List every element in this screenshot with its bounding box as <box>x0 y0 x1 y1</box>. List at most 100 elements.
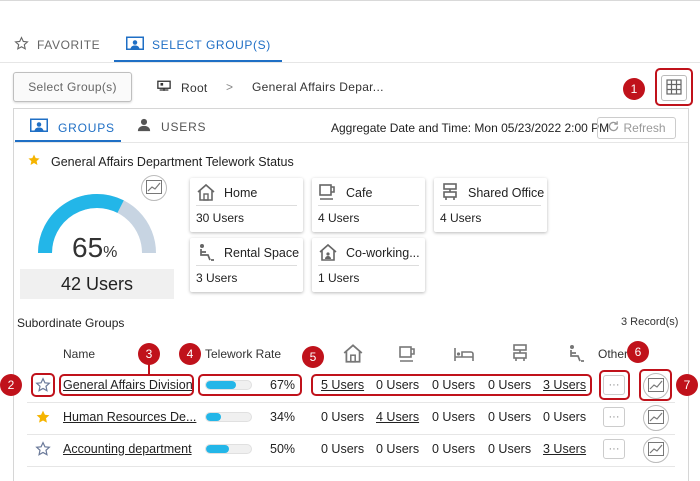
top-border <box>0 0 700 1</box>
callout-badge-4: 4 <box>179 343 201 365</box>
callout-highlight-group-name <box>59 374 194 396</box>
telework-rate-fill <box>206 445 229 453</box>
callout-badge-1: 1 <box>623 78 645 100</box>
cafe-icon <box>318 183 338 204</box>
home-count: 0 Users <box>321 442 365 456</box>
other-more-button[interactable]: ··· <box>603 407 625 427</box>
tab-groups[interactable]: GROUPS <box>30 118 115 137</box>
callout-highlight-other <box>599 370 630 400</box>
shared-office-icon <box>510 344 530 365</box>
group-select-icon <box>126 36 144 55</box>
trend-chart-button[interactable] <box>141 175 167 201</box>
divider <box>0 62 700 63</box>
location-value: 4 Users <box>318 211 360 225</box>
callout-highlight-rate <box>198 374 302 396</box>
card-head: Cafe <box>318 182 372 204</box>
breadcrumb-root[interactable]: Root <box>157 80 208 96</box>
gauge-percent-unit: % <box>103 244 118 261</box>
card-divider <box>196 265 297 266</box>
card-head: Co-working... <box>318 242 420 264</box>
trend-chart-icon <box>146 179 162 197</box>
record-count: 3 Record(s) <box>621 316 679 328</box>
card-divider <box>318 205 419 206</box>
column-header-other: Other <box>598 347 629 361</box>
telework-rate-fill <box>206 413 222 421</box>
location-card-rental-space: Rental Space 3 Users <box>190 238 303 292</box>
divider <box>14 142 688 143</box>
telework-rate-value: 50% <box>270 442 296 456</box>
card-divider <box>440 205 541 206</box>
refresh-label: Refresh <box>623 121 666 135</box>
location-value: 4 Users <box>440 211 482 225</box>
location-label: Shared Office <box>468 186 545 200</box>
row-divider <box>27 466 675 467</box>
callout-highlight-trend <box>639 369 672 401</box>
row-divider <box>27 402 675 403</box>
trend-chart-button[interactable] <box>643 437 669 463</box>
select-groups-button[interactable]: Select Group(s) <box>13 72 132 102</box>
card-divider <box>196 205 297 206</box>
gauge-percent-value: 65 <box>72 232 104 263</box>
gauge-percent: 65% <box>72 232 117 264</box>
star-filled-icon <box>27 153 41 170</box>
home-icon <box>196 183 216 204</box>
callout-highlight-grid <box>655 68 693 106</box>
other-more-button[interactable]: ··· <box>603 439 625 459</box>
rental-bed-icon <box>453 346 475 365</box>
rental-space-count-link[interactable]: 3 Users <box>543 442 586 456</box>
telework-rate-bar <box>205 444 252 454</box>
location-card-cafe: Cafe 4 Users <box>312 178 425 232</box>
gauge-users-count: 42 Users <box>20 269 174 299</box>
refresh-button[interactable]: Refresh <box>597 117 676 139</box>
location-value: 30 Users <box>196 211 245 225</box>
callout-badge-6: 6 <box>627 341 649 363</box>
tab-favorite-label: FAVORITE <box>37 38 101 52</box>
home-icon <box>342 343 364 366</box>
coworking-icon <box>318 243 338 264</box>
breadcrumb-root-label: Root <box>181 81 208 95</box>
callout-badge-3: 3 <box>138 343 160 365</box>
tab-select-groups[interactable]: SELECT GROUP(S) <box>126 34 271 56</box>
favorite-toggle-icon[interactable] <box>35 409 51 428</box>
favorite-toggle-icon[interactable] <box>35 441 51 460</box>
callout-badge-7: 7 <box>676 374 698 396</box>
card-head: Shared Office <box>440 182 544 204</box>
location-card-home: Home 30 Users <box>190 178 303 232</box>
trend-chart-icon <box>648 409 664 427</box>
breadcrumb-separator: > <box>226 80 234 94</box>
home-count: 0 Users <box>321 410 365 424</box>
telework-rate-bar <box>205 412 252 422</box>
breadcrumb-current: General Affairs Depar... <box>252 80 384 94</box>
row-divider <box>27 434 675 435</box>
tab-users[interactable]: USERS <box>137 118 206 135</box>
rental-space-icon <box>196 243 216 264</box>
cafe-icon <box>398 345 418 366</box>
group-name-link[interactable]: Human Resources De... <box>63 410 196 424</box>
tab-groups-label: GROUPS <box>58 120 115 135</box>
cafe-count-link[interactable]: 4 Users <box>376 410 419 424</box>
cafe-count: 0 Users <box>376 442 420 456</box>
rental-space-count: 0 Users <box>543 410 587 424</box>
star-outline-icon <box>14 36 29 54</box>
column-header-name: Name <box>63 347 96 361</box>
rental-space-icon <box>566 344 586 365</box>
location-label: Co-working... <box>346 246 420 260</box>
rental-bed-count: 0 Users <box>432 442 476 456</box>
trend-chart-button[interactable] <box>643 405 669 431</box>
trend-chart-icon <box>648 441 664 459</box>
location-card-coworking: Co-working... 1 Users <box>312 238 425 292</box>
telework-status-title: General Affairs Department Telework Stat… <box>27 153 294 170</box>
callout-leader <box>148 364 150 374</box>
location-label: Rental Space <box>224 246 300 260</box>
tab-users-label: USERS <box>161 119 207 134</box>
callout-highlight-favorite <box>31 373 55 397</box>
location-label: Home <box>224 186 258 200</box>
shared-office-count: 0 Users <box>488 410 532 424</box>
card-divider <box>318 265 419 266</box>
org-tree-icon <box>157 80 171 96</box>
tab-favorite[interactable]: FAVORITE <box>14 34 100 56</box>
card-head: Home <box>196 182 257 204</box>
group-name-link[interactable]: Accounting department <box>63 442 192 456</box>
location-label: Cafe <box>346 186 373 200</box>
column-header-telework-rate: Telework Rate <box>205 347 282 361</box>
